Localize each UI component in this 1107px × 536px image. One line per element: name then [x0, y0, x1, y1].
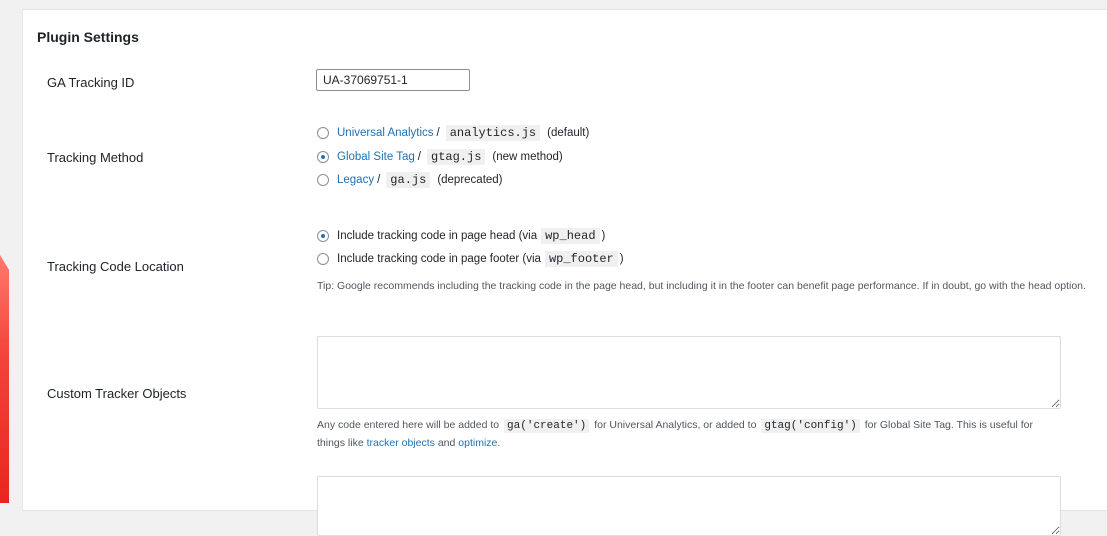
radio-global-site-tag[interactable]: [317, 151, 329, 163]
optimize-link[interactable]: optimize: [458, 437, 497, 449]
deprecated-note: (deprecated): [437, 174, 503, 186]
custom-tracker-label: Custom Tracker Objects: [47, 386, 187, 401]
universal-analytics-link[interactable]: Universal Analytics: [337, 127, 434, 139]
ga-create-code: ga('create'): [504, 419, 590, 433]
radio-legacy[interactable]: [317, 174, 329, 186]
desc-text: Any code entered here will be added to: [317, 419, 500, 431]
code-location-label: Tracking Code Location: [47, 259, 184, 274]
code-location-tip: Tip: Google recommends including the tra…: [317, 280, 1086, 292]
tracker-objects-link[interactable]: tracker objects: [367, 437, 435, 449]
close-paren: ): [601, 230, 606, 242]
page-head-text: Include tracking code in page head (via: [337, 230, 538, 242]
gtag-config-code: gtag('config'): [761, 419, 860, 433]
code-location-option-footer[interactable]: Include tracking code in page footer (vi…: [317, 251, 624, 267]
wp-head-code: wp_head: [541, 228, 600, 244]
plugin-settings-panel: Plugin Settings GA Tracking ID Tracking …: [22, 9, 1107, 536]
ga-js-code: ga.js: [386, 172, 431, 188]
custom-tracker-description: Any code entered here will be added to g…: [317, 417, 1057, 452]
radio-page-footer[interactable]: [317, 253, 329, 265]
desc-text: and: [437, 437, 456, 449]
tracking-method-label: Tracking Method: [47, 150, 144, 165]
tracking-method-option-universal[interactable]: Universal Analytics / analytics.js (defa…: [317, 125, 589, 141]
radio-page-head[interactable]: [317, 230, 329, 242]
side-accent-bar: [0, 255, 9, 503]
tracking-id-input[interactable]: [316, 69, 470, 91]
next-field-textarea[interactable]: [317, 476, 1061, 536]
default-note: (default): [547, 127, 590, 139]
radio-universal-analytics[interactable]: [317, 127, 329, 139]
code-location-option-head[interactable]: Include tracking code in page head (via …: [317, 228, 605, 244]
separator-slash: /: [436, 127, 440, 139]
analytics-js-code: analytics.js: [445, 125, 541, 141]
separator-slash: /: [377, 174, 381, 186]
panel-title: Plugin Settings: [37, 29, 139, 45]
gtag-js-code: gtag.js: [427, 149, 486, 165]
global-site-tag-link[interactable]: Global Site Tag: [337, 151, 415, 163]
tracking-method-option-legacy[interactable]: Legacy / ga.js (deprecated): [317, 172, 503, 188]
custom-tracker-textarea[interactable]: [317, 336, 1061, 409]
tracking-id-label: GA Tracking ID: [47, 75, 135, 90]
page-footer-text: Include tracking code in page footer (vi…: [337, 253, 541, 265]
separator-slash: /: [417, 151, 421, 163]
desc-period: .: [497, 437, 501, 449]
wp-footer-code: wp_footer: [544, 251, 618, 267]
new-method-note: (new method): [492, 151, 563, 163]
desc-text: for Universal Analytics, or added to: [594, 419, 757, 431]
legacy-link[interactable]: Legacy: [337, 174, 374, 186]
close-paren: ): [619, 253, 624, 265]
tracking-method-option-gtag[interactable]: Global Site Tag / gtag.js (new method): [317, 149, 563, 165]
